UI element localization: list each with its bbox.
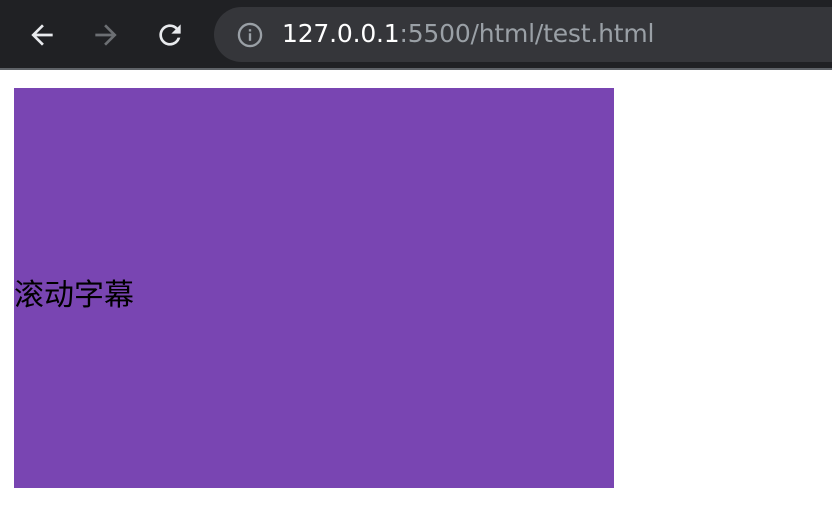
url-path: :5500/html/test.html [399, 19, 655, 48]
address-bar[interactable]: 127.0.0.1:5500/html/test.html [214, 7, 832, 62]
marquee-box: 滚动字幕 [14, 88, 614, 488]
forward-arrow-icon [90, 19, 122, 51]
info-icon[interactable] [236, 21, 264, 49]
reload-icon [154, 19, 186, 51]
browser-toolbar: 127.0.0.1:5500/html/test.html [0, 0, 832, 70]
back-arrow-icon [26, 19, 58, 51]
url-text[interactable]: 127.0.0.1:5500/html/test.html [282, 19, 654, 49]
page-content: 滚动字幕 [0, 70, 832, 526]
forward-button[interactable] [86, 15, 126, 55]
back-button[interactable] [22, 15, 62, 55]
url-host: 127.0.0.1 [282, 19, 400, 48]
reload-button[interactable] [150, 15, 190, 55]
marquee-text: 滚动字幕 [14, 278, 134, 313]
